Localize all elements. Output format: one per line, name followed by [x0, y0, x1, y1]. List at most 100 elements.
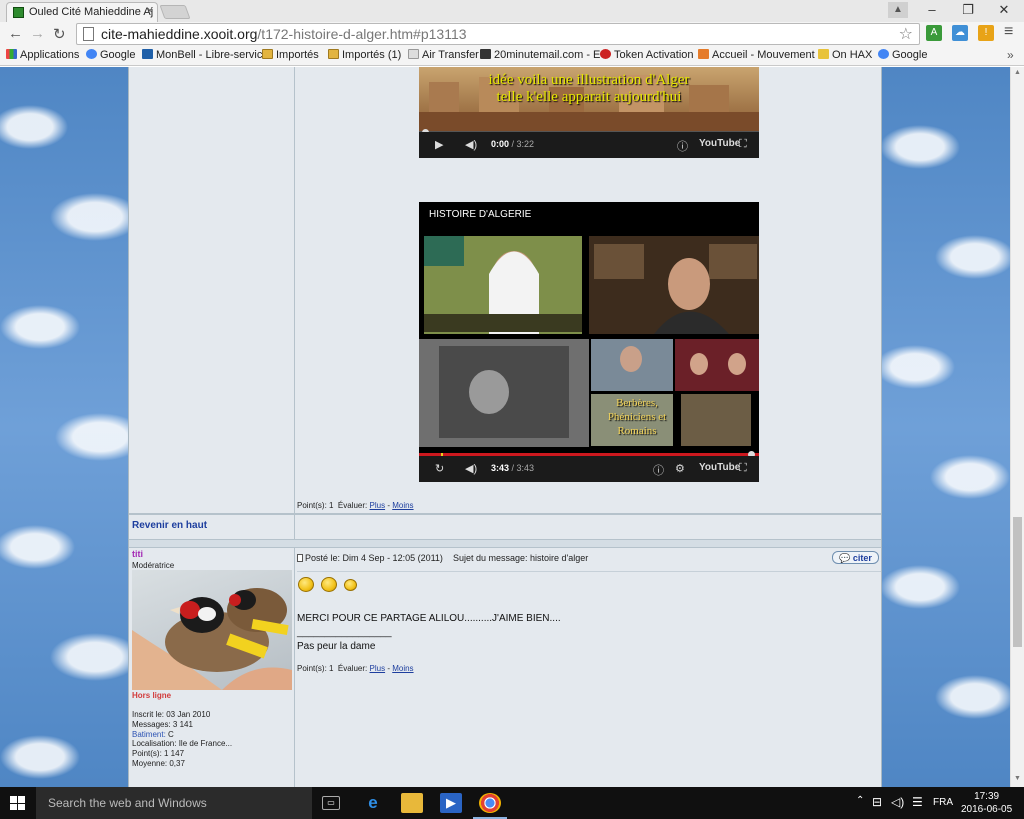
settings-gear-icon[interactable]: ⚙: [675, 462, 685, 475]
vote-moins-link[interactable]: Moins: [392, 501, 413, 510]
video-time-total: / 3:43: [509, 463, 535, 473]
bookmark-importes[interactable]: Importés: [262, 49, 319, 61]
bookmark-importes-1[interactable]: Importés (1): [328, 49, 401, 61]
extension-alert-icon[interactable]: !: [978, 25, 994, 41]
page-viewport: idée voila une illustration d'Alger tell…: [0, 67, 1010, 787]
task-view-icon[interactable]: ▭: [322, 796, 340, 810]
video-overlay-line-1: idée voila une illustration d'Alger: [488, 72, 690, 88]
bookmark-air-transfer[interactable]: Air Transfer: [408, 49, 479, 61]
language-indicator[interactable]: FRA: [933, 797, 953, 808]
windows-start-icon[interactable]: [10, 796, 25, 810]
video-player-1[interactable]: idée voila une illustration d'Alger tell…: [419, 67, 759, 158]
folder-icon: [262, 49, 273, 59]
replay-icon[interactable]: ↻: [435, 462, 444, 475]
url-path: /t172-histoire-d-alger.htm#p13113: [257, 26, 467, 42]
apps-grid-icon: [6, 49, 17, 59]
volume-icon[interactable]: ◀): [465, 462, 477, 475]
bookmarks-overflow-icon[interactable]: »: [1007, 48, 1014, 62]
laughing-smiley-icon: [344, 579, 357, 591]
bookmark-monbell[interactable]: MonBell - Libre-servic: [142, 49, 262, 61]
back-arrow-icon[interactable]: ←: [8, 25, 23, 42]
posted-date: Dim 4 Sep - 12:05 (2011): [342, 553, 443, 563]
user-batiment: Batiment: C: [132, 730, 232, 740]
google-icon: [878, 49, 889, 59]
user-messages: Messages: 3 141: [132, 719, 193, 729]
browser-titlebar: Ouled Cité Mahieddine Aj × ▲ – ❐ ✕: [0, 0, 1024, 22]
volume-icon[interactable]: ◀): [465, 138, 477, 151]
post-author[interactable]: titi: [132, 549, 143, 559]
page-scrollbar[interactable]: ▲ ▼: [1010, 67, 1024, 787]
bookmark-star-icon[interactable]: ☆: [899, 24, 913, 44]
close-window-button[interactable]: ✕: [986, 0, 1022, 20]
post-rating: Point(s): 1 Évaluer: Plus - Moins: [297, 501, 414, 510]
edge-browser-icon[interactable]: e: [362, 793, 384, 813]
vote-moins-link[interactable]: Moins: [392, 664, 413, 673]
page-icon: [818, 49, 829, 59]
restore-button[interactable]: ❐: [950, 0, 986, 20]
vote-plus-link[interactable]: Plus: [370, 501, 386, 510]
volume-tray-icon[interactable]: ◁): [891, 795, 904, 809]
action-center-icon[interactable]: ☰: [912, 795, 923, 809]
bookmark-accueil[interactable]: Accueil - Mouvement: [698, 49, 815, 61]
chrome-browser-icon[interactable]: [479, 793, 501, 813]
bookmark-20minutemail[interactable]: 20minutemail.com - E: [480, 49, 600, 61]
post-rating: Point(s): 1 Évaluer: Plus - Moins: [297, 664, 414, 673]
video-time-total: / 3:22: [509, 139, 535, 149]
bookmark-label: Air Transfer: [422, 49, 479, 61]
browser-tab[interactable]: Ouled Cité Mahieddine Aj ×: [6, 2, 158, 22]
bookmark-google[interactable]: Google: [86, 49, 135, 61]
file-explorer-icon[interactable]: [401, 793, 423, 813]
evaluer-label: Évaluer:: [337, 501, 368, 510]
back-to-top-link[interactable]: Revenir en haut: [132, 520, 207, 531]
info-icon[interactable]: ⓘ: [677, 138, 688, 154]
bookmark-token-activation[interactable]: Token Activation: [600, 49, 694, 61]
browser-toolbar: ← → ↻ cite-mahieddine.xooit.org/t172-his…: [0, 22, 1024, 46]
bookmark-google-2[interactable]: Google: [878, 49, 927, 61]
batiment-value: C: [165, 729, 174, 739]
thumbs-up-smiley-icon: [321, 577, 337, 592]
minimize-button[interactable]: –: [914, 0, 950, 20]
network-icon[interactable]: ⊟: [872, 795, 882, 809]
extension-cloud-icon[interactable]: ☁: [952, 25, 968, 41]
video-title[interactable]: HISTOIRE D'ALGERIE: [429, 209, 531, 220]
bookmark-applications[interactable]: Applications: [6, 49, 79, 61]
taskbar-search-box[interactable]: Search the web and Windows: [36, 787, 312, 819]
bookmark-label: Google: [100, 49, 136, 61]
quote-button[interactable]: 💬 citer: [832, 551, 879, 564]
bookmark-label: Applications: [20, 49, 80, 61]
post-document-icon[interactable]: [297, 554, 303, 562]
youtube-logo[interactable]: YouTube: [699, 462, 740, 473]
scroll-thumb[interactable]: [1013, 517, 1022, 647]
info-icon[interactable]: ⓘ: [653, 462, 664, 478]
fullscreen-icon[interactable]: ⛶: [739, 462, 747, 475]
avatar[interactable]: [132, 570, 292, 690]
bookmark-on-hax[interactable]: On HAX: [818, 49, 872, 61]
youtube-logo[interactable]: YouTube: [699, 138, 740, 149]
vote-plus-link[interactable]: Plus: [370, 664, 386, 673]
address-bar[interactable]: cite-mahieddine.xooit.org/t172-histoire-…: [76, 23, 920, 45]
page-icon: [480, 49, 491, 59]
bookmark-label: Importés (1): [342, 49, 402, 61]
extension-evernote-icon[interactable]: A: [926, 25, 942, 41]
tab-close-icon[interactable]: ×: [147, 5, 153, 17]
new-tab-button[interactable]: [159, 5, 191, 19]
bell-icon: [142, 49, 153, 59]
play-icon[interactable]: ▶: [435, 138, 443, 151]
user-localisation: Localisation: Ile de France...: [132, 739, 233, 749]
user-points: Point(s): 1 147: [132, 749, 185, 759]
chrome-menu-icon[interactable]: ≡: [1004, 23, 1013, 41]
scroll-up-icon[interactable]: ▲: [1014, 69, 1021, 76]
system-clock[interactable]: 17:39 2016-06-05: [961, 790, 1012, 816]
scroll-down-icon[interactable]: ▼: [1014, 775, 1021, 782]
video-player-2[interactable]: HISTOIRE D'ALGERIE Berbères, Phéniciens …: [419, 202, 759, 482]
reload-icon[interactable]: ↻: [53, 25, 66, 43]
page-info-icon[interactable]: [83, 27, 94, 41]
user-profile-icon[interactable]: ▲: [888, 2, 908, 18]
bookmark-label: On HAX: [832, 49, 873, 61]
fullscreen-icon[interactable]: ⛶: [739, 138, 747, 151]
media-player-icon[interactable]: ▶: [440, 793, 462, 813]
tray-overflow-icon[interactable]: ⌃: [856, 795, 864, 806]
forward-arrow-icon[interactable]: →: [30, 25, 45, 42]
quote-label: citer: [852, 553, 872, 563]
clock-date: 2016-06-05: [961, 804, 1013, 815]
